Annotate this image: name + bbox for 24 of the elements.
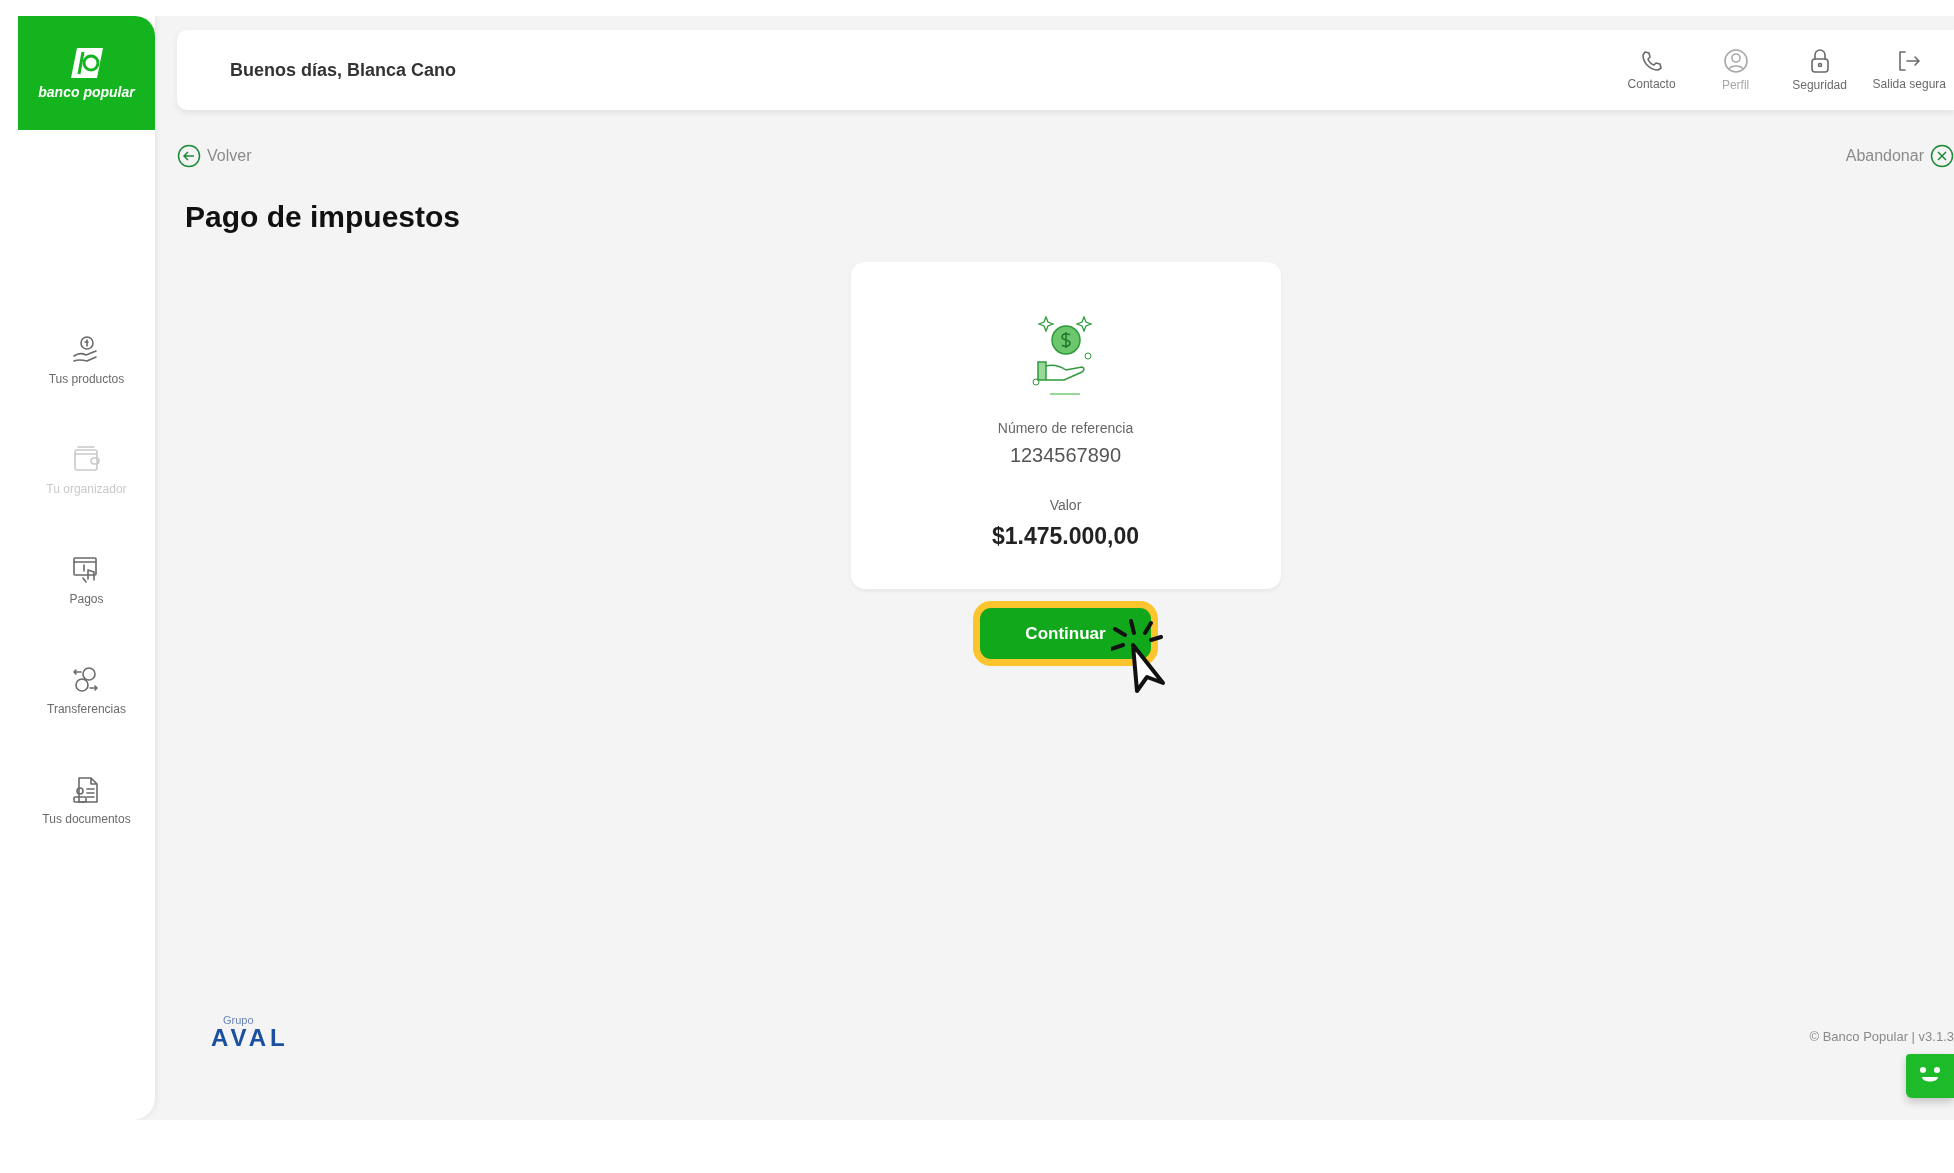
sidebar-item[interactable]: Transferencias <box>42 664 131 716</box>
amount-label: Valor <box>1049 497 1082 513</box>
header-action[interactable]: Seguridad <box>1788 48 1851 92</box>
phone-icon <box>1639 49 1664 73</box>
amount-value: $1.475.000,00 <box>991 523 1140 550</box>
sidebar-item[interactable]: Tus productos <box>42 334 131 386</box>
reference-number: 1234567890 <box>1009 444 1122 467</box>
partner-logo: Grupo AVAL <box>211 1014 289 1050</box>
greeting: Buenos días, Blanca Cano <box>230 59 457 81</box>
copyright-text: © Banco Popular | v3.1.3 <box>1809 1029 1954 1044</box>
page-title: Pago de impuestos <box>185 200 462 234</box>
sidebar-item[interactable]: Pagos <box>42 554 131 606</box>
reference-label: Número de referencia <box>997 420 1134 436</box>
back-link[interactable]: Volver <box>177 144 252 168</box>
close-icon <box>1930 144 1954 168</box>
abandon-link[interactable]: Abandonar <box>1845 144 1954 168</box>
chatbot-button[interactable] <box>1906 1054 1954 1098</box>
profile-icon <box>1722 48 1749 74</box>
logout-icon <box>1896 49 1923 73</box>
header-action[interactable]: Salida segura <box>1872 49 1946 91</box>
bank-logo: banco popular <box>18 16 155 130</box>
sidebar-item[interactable]: Tus documentos <box>42 774 131 826</box>
header-action[interactable]: Contacto <box>1620 49 1683 91</box>
continue-button[interactable]: Continuar <box>973 601 1158 666</box>
